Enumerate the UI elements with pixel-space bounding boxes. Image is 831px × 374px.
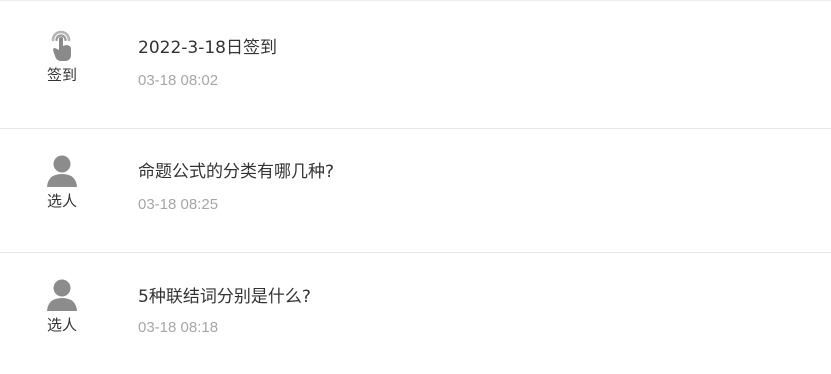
person-icon (44, 154, 80, 188)
activity-time: 03-18 08:25 (138, 196, 219, 213)
tap-signin-icon (44, 28, 80, 62)
activity-item-signin[interactable]: 签到 2022-3-18日签到 03-18 08:02 (0, 1, 831, 129)
activity-item-pick-person[interactable]: 选人 命题公式的分类有哪几种? 03-18 08:25 (0, 129, 831, 253)
activity-type: 签到 (28, 28, 96, 84)
activity-type-label: 签到 (46, 66, 77, 84)
activity-item-pick-person[interactable]: 选人 5种联结词分别是什么? 03-18 08:18 (0, 253, 831, 374)
activity-type-label: 选人 (46, 192, 77, 210)
activity-title: 5种联结词分别是什么? (138, 287, 311, 307)
activity-time: 03-18 08:18 (138, 319, 219, 336)
activity-type: 选人 (28, 278, 96, 334)
person-icon (44, 278, 80, 312)
activity-title: 2022-3-18日签到 (138, 38, 277, 58)
activity-time: 03-18 08:02 (138, 72, 219, 89)
activity-type: 选人 (28, 154, 96, 210)
activity-type-label: 选人 (46, 316, 77, 334)
activity-list: 签到 2022-3-18日签到 03-18 08:02 选人 命题公式的分类有哪… (0, 0, 831, 374)
activity-title: 命题公式的分类有哪几种? (138, 162, 335, 182)
